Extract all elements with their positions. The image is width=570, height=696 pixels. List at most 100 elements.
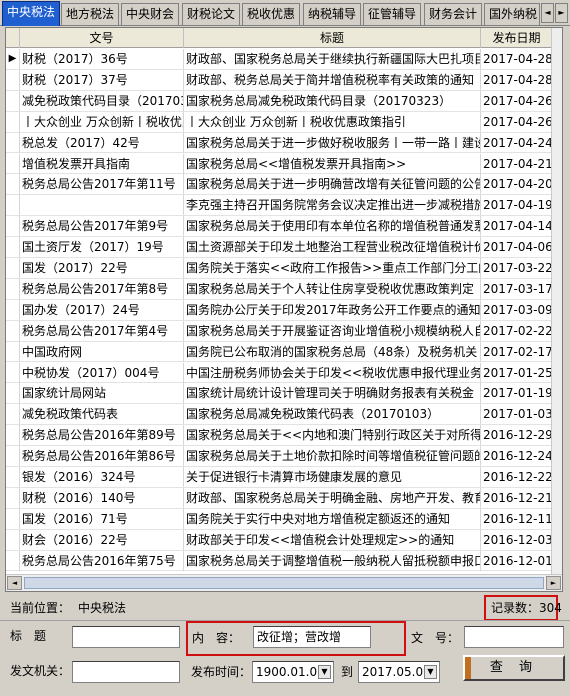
cell-date: 2017-04-26 bbox=[481, 90, 553, 111]
tab-foreign-tax[interactable]: 国外纳税 bbox=[484, 3, 540, 25]
table-row[interactable]: 国办发（2017）24号 国务院办公厅关于印发2017年政务公开工作要点的通知 20… bbox=[6, 299, 562, 321]
cell-title: 国家统计局统计设计管理司关于明确财务报表有关税金 bbox=[184, 383, 481, 404]
table-row[interactable]: ▶ 财税（2017）36号 财政部、国家税务总局关于继续执行新疆国际大巴扎项目 201… bbox=[6, 49, 562, 70]
cell-title: 关于促进银行卡清算市场健康发展的意见 bbox=[184, 467, 481, 487]
table-row[interactable]: 中税协发（2017）004号 中国注册税务师协会关于印发<<税收优惠申报代理业务 2… bbox=[6, 362, 562, 384]
vertical-scrollbar[interactable] bbox=[551, 28, 562, 575]
table-row[interactable]: 税务总局公告2017年第9号 国家税务总局关于使用印有本单位名称的增值税普通发票 2… bbox=[6, 216, 562, 238]
cell-doc-number: 税务总局公告2017年第9号 bbox=[20, 216, 184, 237]
cell-doc-number: 财税（2017）37号 bbox=[20, 69, 184, 90]
cell-doc-number: 中国政府网 bbox=[20, 341, 184, 362]
table-row[interactable]: 中国政府网 国务院已公布取消的国家税务总局（48条）及税务机关 2017-02-17 bbox=[6, 341, 562, 363]
tab-tax-guidance[interactable]: 纳税辅导 bbox=[303, 3, 361, 25]
cell-title: 中国注册税务师协会关于印发<<税收优惠申报代理业务 bbox=[184, 362, 481, 383]
issuer-input[interactable] bbox=[72, 661, 180, 683]
cell-doc-number: 丨大众创业 万众创新丨税收优惠政策指引 bbox=[20, 111, 184, 132]
table-row[interactable]: 税务总局公告2016年第89号 国家税务总局关于<<内地和澳门特别行政区关于对所得… bbox=[6, 425, 562, 447]
tab-central-tax-law[interactable]: 中央税法 bbox=[2, 1, 60, 26]
row-indicator bbox=[6, 174, 20, 195]
row-indicator bbox=[6, 320, 20, 341]
cell-date: 2017-04-14 bbox=[481, 216, 553, 237]
table-row[interactable]: 税总发（2017）42号 国家税务总局关于进一步做好税收服务丨一带一路丨建设 201… bbox=[6, 132, 562, 154]
row-indicator bbox=[6, 299, 20, 320]
header-doc-number[interactable]: 文号 bbox=[20, 28, 184, 48]
doc-number-input[interactable] bbox=[464, 626, 564, 648]
row-indicator bbox=[6, 508, 20, 529]
cell-title: 国土资源部关于印发土地整治工程营业税改征增值税计价 bbox=[184, 237, 481, 258]
tab-collection-guidance[interactable]: 征管辅导 bbox=[363, 3, 421, 25]
table-row[interactable]: 税务总局公告2016年第75号 国家税务总局关于调整增值税一般纳税人留抵税额申报口… bbox=[6, 550, 562, 572]
table-row[interactable]: 国发（2017）22号 国务院关于落实<<政府工作报告>>重点工作部门分工的 201… bbox=[6, 258, 562, 279]
cell-doc-number: 国发（2017）22号 bbox=[20, 258, 184, 278]
record-count: 记录数：304 bbox=[491, 601, 562, 615]
row-indicator bbox=[6, 529, 20, 550]
cell-title: 国家税务总局关于调整增值税一般纳税人留抵税额申报口 bbox=[184, 550, 481, 571]
tab-scroll-right-icon[interactable]: ► bbox=[555, 3, 568, 23]
cell-date: 2017-01-03 bbox=[481, 404, 553, 425]
cell-doc-number: 国土资厅发（2017）19号 bbox=[20, 237, 184, 258]
row-indicator bbox=[6, 383, 20, 404]
query-button[interactable]: 查 询 bbox=[463, 655, 565, 681]
issuer-label: 发文机关： bbox=[10, 664, 71, 678]
table-row[interactable]: 税务总局公告2016年第86号 国家税务总局关于土地价款扣除时间等增值税征管问题的… bbox=[6, 446, 562, 467]
tab-financial-accounting[interactable]: 财务会计 bbox=[424, 3, 482, 25]
cell-doc-number: 国办发（2017）24号 bbox=[20, 299, 184, 320]
tab-local-tax-law[interactable]: 地方税法 bbox=[61, 3, 119, 25]
cell-title: 李克强主持召开国务院常务会议决定推出进一步减税措施 bbox=[184, 195, 481, 216]
cell-title: 国家税务总局关于使用印有本单位名称的增值税普通发票 bbox=[184, 216, 481, 237]
scroll-right-icon[interactable]: ► bbox=[546, 576, 561, 590]
table-row[interactable]: 增值税发票开具指南 国家税务总局<<增值税发票开具指南>> 2017-04-21 bbox=[6, 153, 562, 175]
table-row[interactable]: 税务总局公告2017年第8号 国家税务总局关于个人转让住房享受税收优惠政策判定 20… bbox=[6, 278, 562, 300]
cell-doc-number: 国家统计局网站 bbox=[20, 383, 184, 404]
table-row[interactable]: 税务总局公告2017年第11号 国家税务总局关于进一步明确营改增有关征管问题的公告… bbox=[6, 174, 562, 196]
table-row[interactable]: 财税（2016）140号 财政部、国家税务总局关于明确金融、房地产开发、教育 201… bbox=[6, 487, 562, 509]
table-row[interactable]: 丨大众创业 万众创新丨税收优惠政策指引丨大众创业 万众创新丨税收优惠政策指引20… bbox=[6, 111, 562, 133]
tab-tax-incentives[interactable]: 税收优惠 bbox=[242, 3, 300, 25]
row-indicator bbox=[6, 404, 20, 425]
header-date[interactable]: 发布日期 bbox=[481, 28, 553, 48]
cell-date: 2017-04-26 bbox=[481, 111, 553, 132]
table-row[interactable]: 减免税政策代码目录（20170323）国家税务总局减免税政策代码目录（20170… bbox=[6, 90, 562, 112]
cell-doc-number: 财会（2016）22号 bbox=[20, 529, 184, 550]
table-row[interactable]: 银发（2016）324号 关于促进银行卡清算市场健康发展的意见 2016-12-22 bbox=[6, 467, 562, 488]
header-indicator bbox=[6, 28, 20, 48]
cell-title: 国务院办公厅关于印发2017年政务公开工作要点的通知 bbox=[184, 299, 481, 320]
cell-title: 国务院已公布取消的国家税务总局（48条）及税务机关 bbox=[184, 341, 481, 362]
table-row[interactable]: 李克强主持召开国务院常务会议决定推出进一步减税措施 2017-04-19 bbox=[6, 195, 562, 217]
row-indicator bbox=[6, 446, 20, 467]
tab-tax-papers[interactable]: 财税论文 bbox=[182, 3, 240, 25]
cell-date: 2017-04-21 bbox=[481, 153, 553, 174]
scroll-left-icon[interactable]: ◄ bbox=[7, 576, 22, 590]
calendar-dropdown-icon[interactable]: ▼ bbox=[318, 665, 331, 679]
doc-number-label: 文 号： bbox=[411, 631, 460, 645]
cell-date: 2017-04-06 bbox=[481, 237, 553, 258]
table-row[interactable]: 国土资厅发（2017）19号 国土资源部关于印发土地整治工程营业税改征增值税计价 2… bbox=[6, 237, 562, 258]
cell-date: 2017-02-22 bbox=[481, 320, 553, 341]
cell-title: 财政部、国家税务总局关于明确金融、房地产开发、教育 bbox=[184, 487, 481, 508]
calendar-dropdown-icon[interactable]: ▼ bbox=[424, 665, 437, 679]
cell-date: 2017-03-17 bbox=[481, 278, 553, 299]
row-indicator bbox=[6, 362, 20, 383]
cell-doc-number: 银发（2016）324号 bbox=[20, 467, 184, 487]
cell-date: 2017-04-28 bbox=[481, 49, 553, 69]
tab-scroll-left-icon[interactable]: ◄ bbox=[541, 3, 554, 23]
title-input[interactable] bbox=[72, 626, 180, 648]
cell-title: 国家税务总局关于进一步明确营改增有关征管问题的公告 bbox=[184, 174, 481, 195]
table-row[interactable]: 财税（2017）37号 财政部、税务总局关于简并增值税税率有关政策的通知 2017-… bbox=[6, 69, 562, 91]
header-title[interactable]: 标题 bbox=[184, 28, 481, 48]
cell-date: 2016-12-01 bbox=[481, 550, 553, 571]
horizontal-scrollbar[interactable]: ◄ ► bbox=[6, 574, 562, 591]
cell-title: 国家税务总局减免税政策代码表（20170103） bbox=[184, 404, 481, 425]
table-row[interactable]: 财会（2016）22号 财政部关于印发<<增值税会计处理规定>>的通知 2016-1… bbox=[6, 529, 562, 551]
scroll-thumb[interactable] bbox=[24, 577, 544, 589]
table-row[interactable]: 国家统计局网站 国家统计局统计设计管理司关于明确财务报表有关税金 2017-01-1… bbox=[6, 383, 562, 405]
content-input[interactable]: 改征增；营改增 bbox=[253, 626, 371, 648]
row-indicator bbox=[6, 550, 20, 571]
tab-central-accounting[interactable]: 中央财会 bbox=[121, 3, 179, 25]
cell-title: 国家税务总局关于进一步做好税收服务丨一带一路丨建设 bbox=[184, 132, 481, 153]
cell-title: 国家税务总局关于<<内地和澳门特别行政区关于对所得 bbox=[184, 425, 481, 446]
table-row[interactable]: 税务总局公告2017年第4号 国家税务总局关于开展鉴证咨询业增值税小规模纳税人自 2… bbox=[6, 320, 562, 342]
table-row[interactable]: 减免税政策代码表 国家税务总局减免税政策代码表（20170103） 2017-01-… bbox=[6, 404, 562, 426]
table-row[interactable]: 国发（2016）71号 国务院关于实行中央对地方增值税定额返还的通知 2016-12… bbox=[6, 508, 562, 530]
row-indicator: ▶ bbox=[6, 49, 20, 69]
